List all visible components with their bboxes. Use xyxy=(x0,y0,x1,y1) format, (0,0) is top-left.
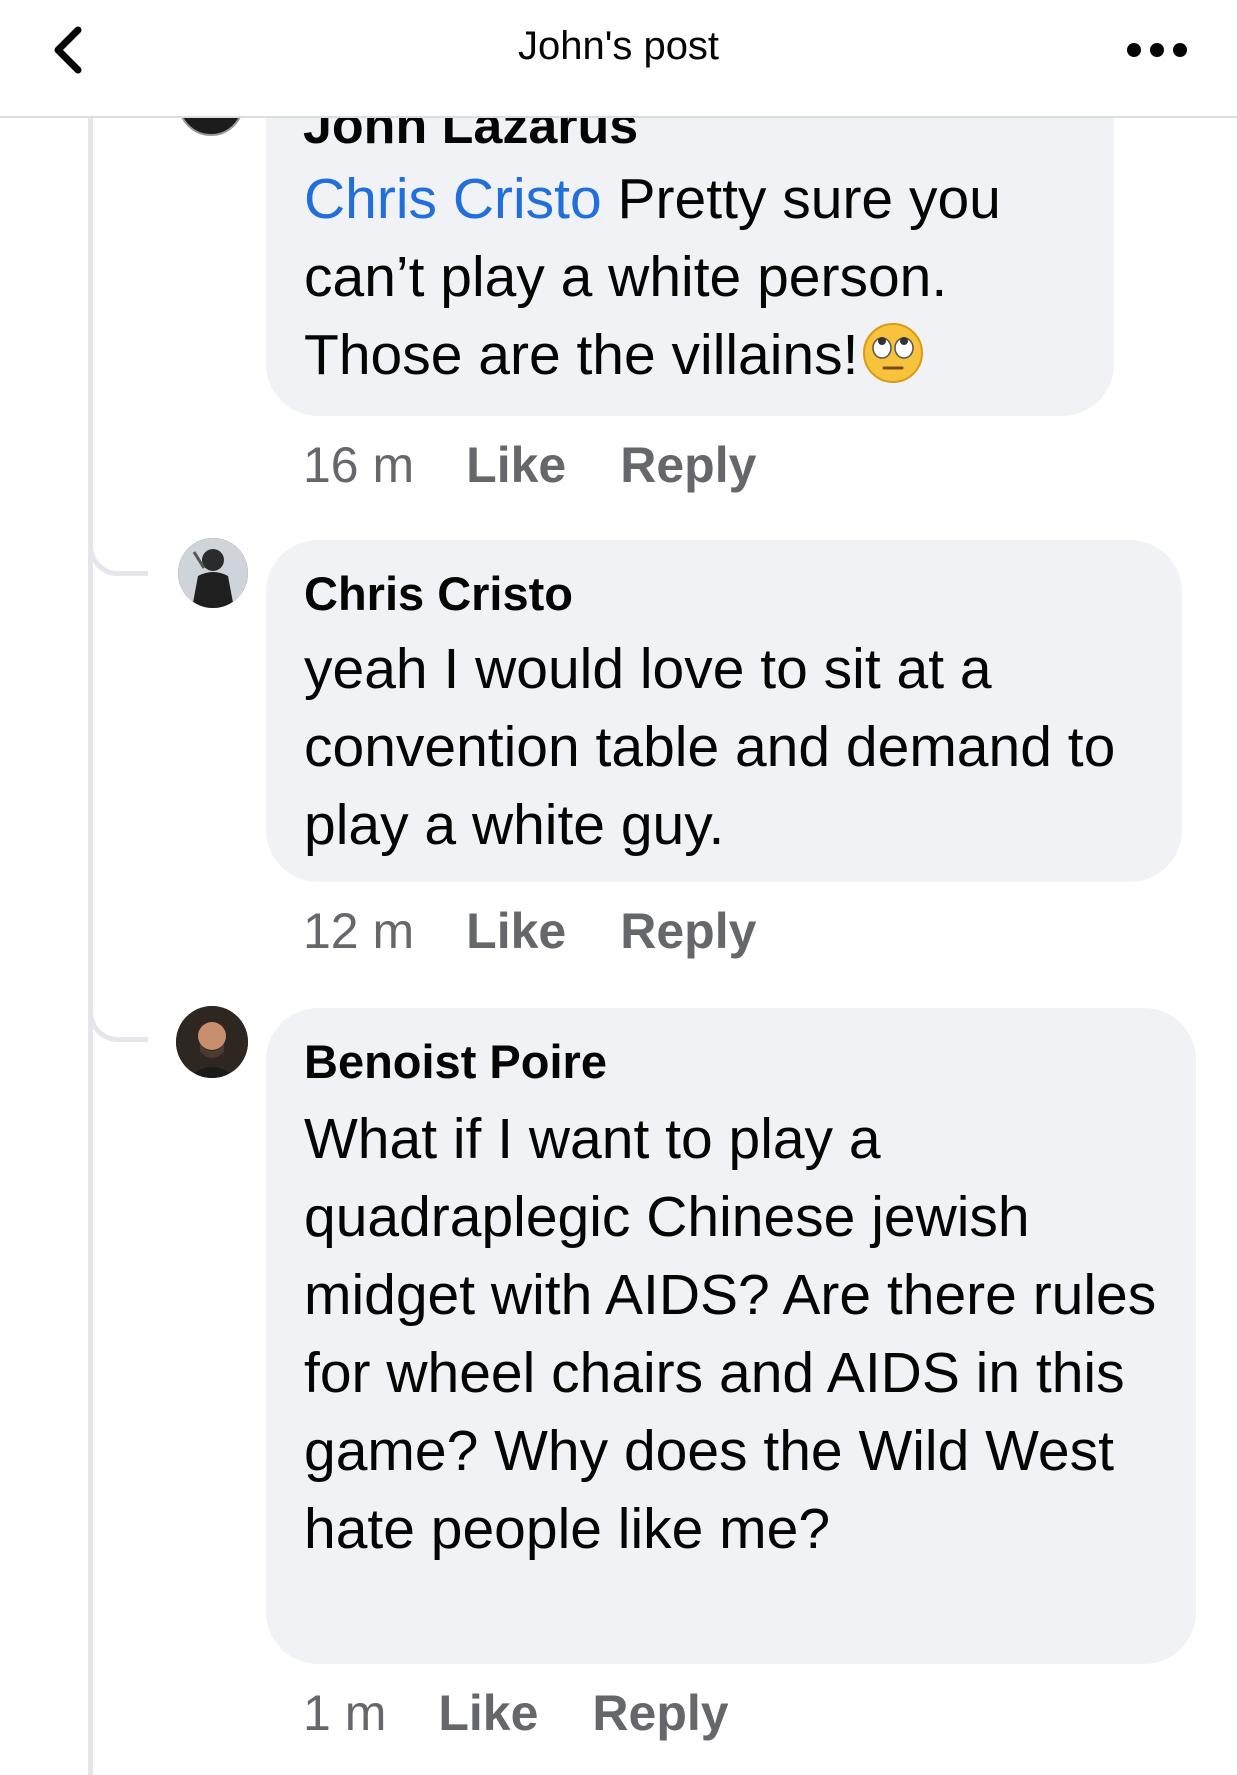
page-title: John's post xyxy=(517,24,720,68)
reply-button[interactable]: Reply xyxy=(620,436,756,494)
comment-timestamp: 16 m xyxy=(303,437,415,493)
avatar[interactable] xyxy=(176,1006,248,1078)
comment-timestamp: 1 m xyxy=(303,1685,387,1741)
comment-text: yeah I would love to sit at a convention… xyxy=(304,637,1116,857)
reply-button[interactable]: Reply xyxy=(592,1684,728,1742)
comment-actions: 16 m Like Reply xyxy=(303,436,810,494)
comment-body: Chris Cristo Pretty sure you can’t play … xyxy=(304,160,1094,394)
comment-author[interactable]: Benoist Poire xyxy=(304,1034,607,1090)
thread-branch xyxy=(88,540,148,576)
thread-line xyxy=(88,118,93,1775)
like-button[interactable]: Like xyxy=(466,436,566,494)
comment-bubble: Chris Cristo yeah I would love to sit at… xyxy=(266,540,1182,882)
comment-timestamp: 12 m xyxy=(303,903,415,959)
comment-bubble: Benoist Poire What if I want to play a q… xyxy=(266,1008,1196,1664)
reply-button[interactable]: Reply xyxy=(620,902,756,960)
comment-actions: 12 m Like Reply xyxy=(303,902,810,960)
like-button[interactable]: Like xyxy=(466,902,566,960)
comment-text: What if I want to play a quadraplegic Ch… xyxy=(304,1107,1157,1561)
mention-link[interactable]: Chris Cristo xyxy=(304,167,602,231)
comment-author[interactable]: Chris Cristo xyxy=(304,566,573,622)
avatar[interactable] xyxy=(178,538,248,608)
more-options-icon[interactable] xyxy=(1122,30,1192,70)
comment-actions: 1 m Like Reply xyxy=(303,1684,783,1742)
face-with-rolling-eyes-emoji xyxy=(863,323,924,383)
top-bar: John's post xyxy=(0,0,1237,118)
like-button[interactable]: Like xyxy=(438,1684,538,1742)
thread-branch xyxy=(88,1006,148,1042)
